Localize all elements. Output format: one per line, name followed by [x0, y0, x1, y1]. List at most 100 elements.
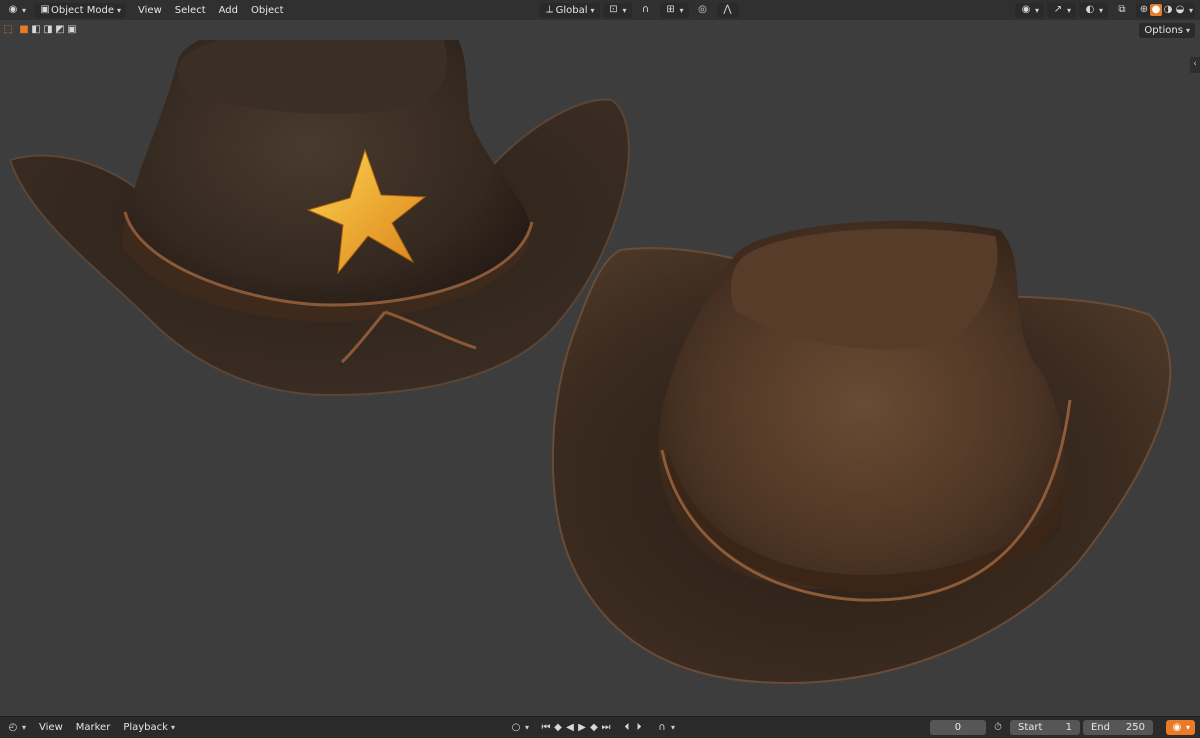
- start-label: Start: [1017, 722, 1043, 733]
- proportional-edit-icon: ◎: [698, 4, 707, 15]
- end-label: End: [1090, 722, 1110, 733]
- mode-selector[interactable]: ▣ Object Mode ▾: [34, 2, 127, 18]
- editor-type-button[interactable]: ◉ ▾: [2, 3, 31, 18]
- menu-view[interactable]: View: [133, 3, 167, 18]
- playback-controls: ⏮ ◆ ◀ ▶ ◆ ⏭: [536, 720, 615, 735]
- chevron-down-icon[interactable]: ▾: [1189, 6, 1193, 15]
- end-frame-field[interactable]: End 250: [1082, 720, 1153, 735]
- select-intersect-icon[interactable]: ▣: [66, 24, 78, 36]
- rendered-shading-icon[interactable]: ◒: [1174, 4, 1186, 16]
- gizmo-selector[interactable]: ↗ ▾: [1046, 2, 1076, 18]
- current-frame-value: 0: [954, 722, 962, 733]
- snap-increment-icon: ⊞: [666, 4, 675, 15]
- orientation-icon: ⟂: [546, 4, 553, 15]
- jump-end-icon[interactable]: ⏭: [600, 722, 612, 734]
- eye-icon: ◉: [1021, 4, 1031, 15]
- wireframe-shading-icon[interactable]: ⊕: [1138, 4, 1150, 16]
- select-extend-icon[interactable]: ◧: [30, 24, 42, 36]
- timeline-menu-view[interactable]: View: [34, 720, 68, 735]
- chevron-down-icon: ▾: [1034, 5, 1039, 15]
- chevron-down-icon: ▾: [622, 5, 627, 15]
- timeline-menu-view-label: View: [39, 722, 63, 733]
- hat-right[interactable]: [551, 220, 1172, 684]
- menu-object-label: Object: [251, 4, 284, 16]
- select-new-icon[interactable]: ■: [18, 24, 30, 36]
- timeline-icon: ◴: [8, 721, 18, 733]
- proportional-edit-toggle[interactable]: ◎: [692, 3, 714, 18]
- transform-orientation-selector[interactable]: ⟂ Global ▾: [538, 2, 600, 18]
- mode-label: Object Mode: [51, 4, 115, 16]
- snap-target-selector[interactable]: ⊞ ▾: [659, 2, 689, 18]
- overlay-icon: ◐: [1085, 4, 1095, 15]
- keyframe-nav: ⏴ ⏵: [617, 720, 648, 735]
- viewport-header: ◉ ▾ ▣ Object Mode ▾ View Select Add Objec…: [0, 0, 1200, 20]
- shading-mode-group: ⊕ ● ◑ ◒ ▾: [1135, 2, 1195, 18]
- select-subtract-icon[interactable]: ◨: [42, 24, 54, 36]
- 3d-viewport[interactable]: [0, 17, 1200, 716]
- prev-keyframe-icon[interactable]: ◆: [552, 722, 564, 734]
- falloff-selector[interactable]: ⋀: [716, 2, 739, 18]
- menu-add-label: Add: [218, 4, 238, 16]
- select-box-icon[interactable]: ⬚: [2, 24, 14, 36]
- pivot-icon: ⊡: [609, 4, 618, 15]
- xray-icon: ⧉: [1118, 4, 1126, 15]
- menu-view-label: View: [138, 4, 162, 16]
- play-reverse-icon[interactable]: ◀: [564, 722, 576, 734]
- solid-shading-icon[interactable]: ●: [1149, 4, 1162, 16]
- hat-left[interactable]: [8, 17, 630, 397]
- chevron-down-icon: ▾: [1185, 723, 1190, 732]
- chevron-down-icon: ▾: [22, 723, 27, 732]
- transform-orientation-label: Global: [555, 4, 588, 16]
- pivot-point-selector[interactable]: ⊡ ▾: [602, 2, 632, 18]
- prev-marker-icon[interactable]: ⏴: [621, 722, 633, 734]
- timeline-menu-playback-label: Playback: [123, 722, 168, 733]
- xray-toggle[interactable]: ⧉: [1111, 3, 1133, 18]
- overlay-selector[interactable]: ◐ ▾: [1078, 2, 1108, 18]
- blender-logo-icon: ◉: [1172, 721, 1182, 733]
- timeline-editor-type[interactable]: ◴ ▾: [2, 720, 31, 735]
- tool-settings-row: ⬚ ■ ◧ ◨ ◩ ▣ Options ▾: [0, 20, 1200, 40]
- chevron-down-icon: ▾: [1185, 25, 1190, 35]
- select-invert-icon[interactable]: ◩: [54, 24, 66, 36]
- chevron-down-icon: ▾: [679, 5, 684, 15]
- timeline-header: ◴ ▾ View Marker Playback ▾ ○ ▾ ⏮ ◆ ◀ ▶ ◆ ⏭ …: [0, 716, 1200, 738]
- keying-set-selector[interactable]: ∩ ▾: [650, 720, 680, 735]
- chevron-down-icon: ▾: [22, 5, 27, 15]
- auto-keying-toggle[interactable]: ○ ▾: [504, 720, 534, 735]
- timeline-menu-playback[interactable]: Playback ▾: [118, 720, 180, 735]
- viewport-render: [8, 17, 1172, 684]
- play-icon[interactable]: ▶: [576, 722, 588, 734]
- stopwatch-icon[interactable]: ⏱: [992, 722, 1004, 734]
- chevron-down-icon: ▾: [170, 723, 175, 732]
- timeline-menu-marker[interactable]: Marker: [71, 720, 116, 735]
- menu-select[interactable]: Select: [170, 3, 211, 18]
- current-frame-field[interactable]: 0: [929, 720, 986, 735]
- next-marker-icon[interactable]: ⏵: [633, 722, 645, 734]
- material-preview-icon[interactable]: ◑: [1162, 4, 1174, 16]
- end-value: 250: [1125, 722, 1145, 733]
- options-label: Options: [1144, 24, 1183, 36]
- falloff-curve-icon: ⋀: [723, 4, 732, 15]
- chevron-down-icon: ▾: [524, 723, 529, 732]
- record-icon: ○: [511, 721, 521, 733]
- menu-select-label: Select: [174, 4, 206, 16]
- render-engine-button[interactable]: ◉ ▾: [1165, 720, 1195, 735]
- jump-start-icon[interactable]: ⏮: [540, 722, 552, 734]
- editor-type-icon: ◉: [8, 4, 18, 15]
- timeline-menu-marker-label: Marker: [75, 722, 111, 733]
- options-button[interactable]: Options ▾: [1139, 22, 1195, 38]
- sidebar-toggle-icon[interactable]: ‹: [1190, 52, 1200, 76]
- menu-object[interactable]: Object: [246, 3, 289, 18]
- snap-toggle[interactable]: ∩: [635, 3, 657, 18]
- gizmo-icon: ↗: [1053, 4, 1063, 15]
- start-frame-field[interactable]: Start 1: [1009, 720, 1080, 735]
- chevron-down-icon: ▾: [670, 723, 675, 732]
- start-value: 1: [1065, 722, 1072, 733]
- visibility-selector[interactable]: ◉ ▾: [1014, 2, 1044, 18]
- next-keyframe-icon[interactable]: ◆: [588, 722, 600, 734]
- chevron-down-icon: ▾: [117, 5, 122, 15]
- menu-add[interactable]: Add: [214, 3, 243, 18]
- chevron-down-icon: ▾: [1066, 5, 1071, 15]
- keying-set-icon: ∩: [658, 721, 666, 733]
- magnet-icon: ∩: [641, 4, 650, 15]
